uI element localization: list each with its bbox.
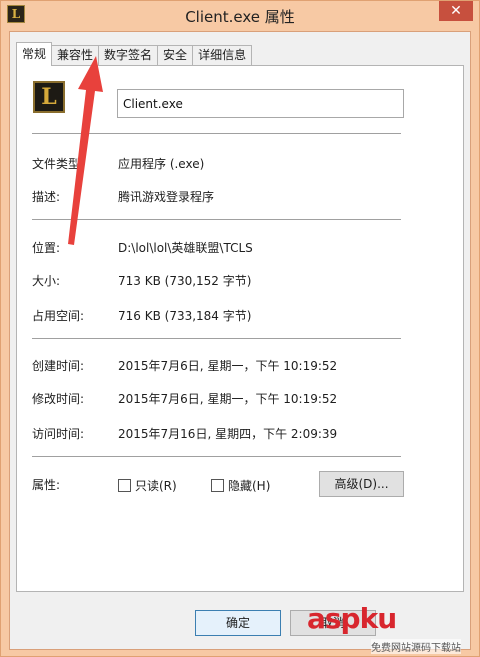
readonly-checkbox[interactable] bbox=[118, 479, 131, 492]
tab-digital-signatures[interactable]: 数字签名 bbox=[98, 45, 159, 66]
title-bar[interactable]: L Client.exe 属性 ✕ bbox=[1, 1, 479, 31]
modified-value: 2015年7月6日, 星期一，下午 10:19:52 bbox=[118, 392, 338, 406]
disk-size-label: 占用空间: bbox=[32, 309, 85, 323]
accessed-label: 访问时间: bbox=[32, 427, 85, 441]
attributes-label: 属性: bbox=[32, 478, 61, 492]
created-value: 2015年7月6日, 星期一，下午 10:19:52 bbox=[118, 359, 338, 373]
separator bbox=[32, 456, 401, 457]
description-value: 腾讯游戏登录程序 bbox=[118, 190, 215, 204]
hidden-checkbox-label[interactable]: 隐藏(H) bbox=[228, 477, 270, 494]
description-label: 描述: bbox=[32, 190, 61, 204]
created-label: 创建时间: bbox=[32, 359, 85, 373]
file-icon: L bbox=[33, 81, 65, 113]
file-type-label: 文件类型: bbox=[32, 157, 85, 171]
tab-compatibility[interactable]: 兼容性 bbox=[51, 45, 100, 66]
location-value: D:\lol\lol\英雄联盟\TCLS bbox=[118, 241, 253, 255]
accessed-value: 2015年7月16日, 星期四，下午 2:09:39 bbox=[118, 427, 338, 441]
window-title: Client.exe 属性 bbox=[185, 8, 295, 26]
tab-bar: 常规 兼容性 数字签名 安全 详细信息 bbox=[16, 42, 253, 66]
advanced-button[interactable]: 高级(D)... bbox=[319, 471, 404, 497]
dialog-client: 常规 兼容性 数字签名 安全 详细信息 L 文件类型: 应用程序 (.exe) … bbox=[9, 31, 471, 650]
separator bbox=[32, 338, 401, 339]
file-name-input[interactable] bbox=[117, 89, 404, 118]
tab-general[interactable]: 常规 bbox=[16, 42, 53, 66]
ok-button[interactable]: 确定 bbox=[195, 610, 281, 636]
disk-size-value: 716 KB (733,184 字节) bbox=[118, 309, 252, 323]
location-label: 位置: bbox=[32, 241, 61, 255]
separator bbox=[32, 219, 401, 220]
watermark-brand: aspku bbox=[307, 602, 397, 635]
close-button[interactable]: ✕ bbox=[439, 1, 473, 21]
tab-details[interactable]: 详细信息 bbox=[192, 45, 253, 66]
properties-window: L Client.exe 属性 ✕ 常规 兼容性 数字签名 安全 详细信息 L … bbox=[0, 0, 480, 657]
file-type-value: 应用程序 (.exe) bbox=[118, 157, 205, 171]
modified-label: 修改时间: bbox=[32, 392, 85, 406]
tab-security[interactable]: 安全 bbox=[157, 45, 194, 66]
readonly-checkbox-label[interactable]: 只读(R) bbox=[135, 477, 177, 494]
size-value: 713 KB (730,152 字节) bbox=[118, 274, 252, 288]
general-panel: L 文件类型: 应用程序 (.exe) 描述: 腾讯游戏登录程序 位置: D:\… bbox=[16, 65, 464, 592]
hidden-checkbox[interactable] bbox=[211, 479, 224, 492]
watermark-tagline: 免费网站源码下载站 bbox=[371, 639, 461, 654]
size-label: 大小: bbox=[32, 274, 61, 288]
separator bbox=[32, 133, 401, 134]
